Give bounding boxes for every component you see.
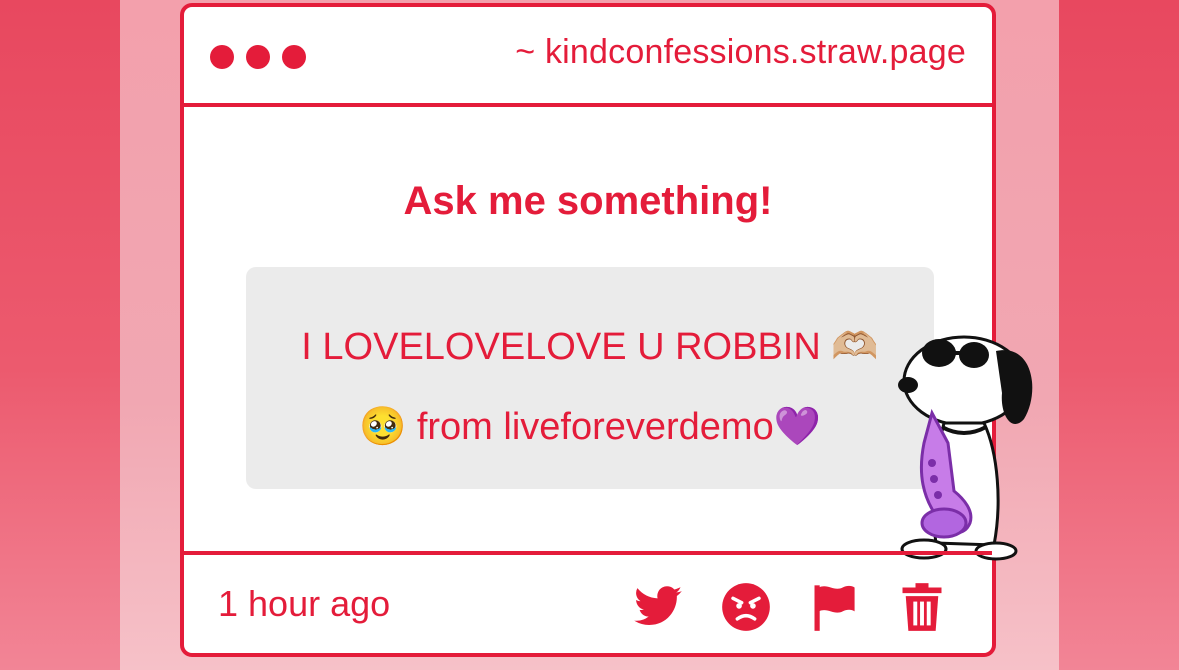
confession-card: ~ kindconfessions.straw.page Ask me some… xyxy=(180,3,1033,657)
window-dot-minimize[interactable] xyxy=(246,45,270,69)
timestamp: 1 hour ago xyxy=(218,583,391,624)
action-bar xyxy=(632,581,948,633)
flag-icon[interactable] xyxy=(808,581,860,633)
trash-icon[interactable] xyxy=(896,581,948,633)
message-body: I LOVELOVELOVE U ROBBIN 🫶🏼 🥹 from livefo… xyxy=(266,307,914,467)
window-controls xyxy=(210,45,306,69)
message-card: I LOVELOVELOVE U ROBBIN 🫶🏼 🥹 from livefo… xyxy=(246,267,934,489)
angry-face-icon[interactable] xyxy=(720,581,772,633)
twitter-icon[interactable] xyxy=(632,581,684,633)
window-dot-close[interactable] xyxy=(210,45,234,69)
snoopy-saxophone-sticker xyxy=(898,335,1033,561)
message-line-2: 🥹 from liveforeverdemo💜 xyxy=(358,406,822,448)
window-dot-maximize[interactable] xyxy=(282,45,306,69)
page-title: Ask me something! xyxy=(403,179,773,223)
message-line-1: I LOVELOVELOVE U ROBBIN 🫶🏼 xyxy=(301,326,879,368)
window-titlebar: ~ kindconfessions.straw.page xyxy=(184,7,992,107)
card-footer: 1 hour ago xyxy=(184,551,992,653)
page-url[interactable]: ~ kindconfessions.straw.page xyxy=(515,33,966,72)
